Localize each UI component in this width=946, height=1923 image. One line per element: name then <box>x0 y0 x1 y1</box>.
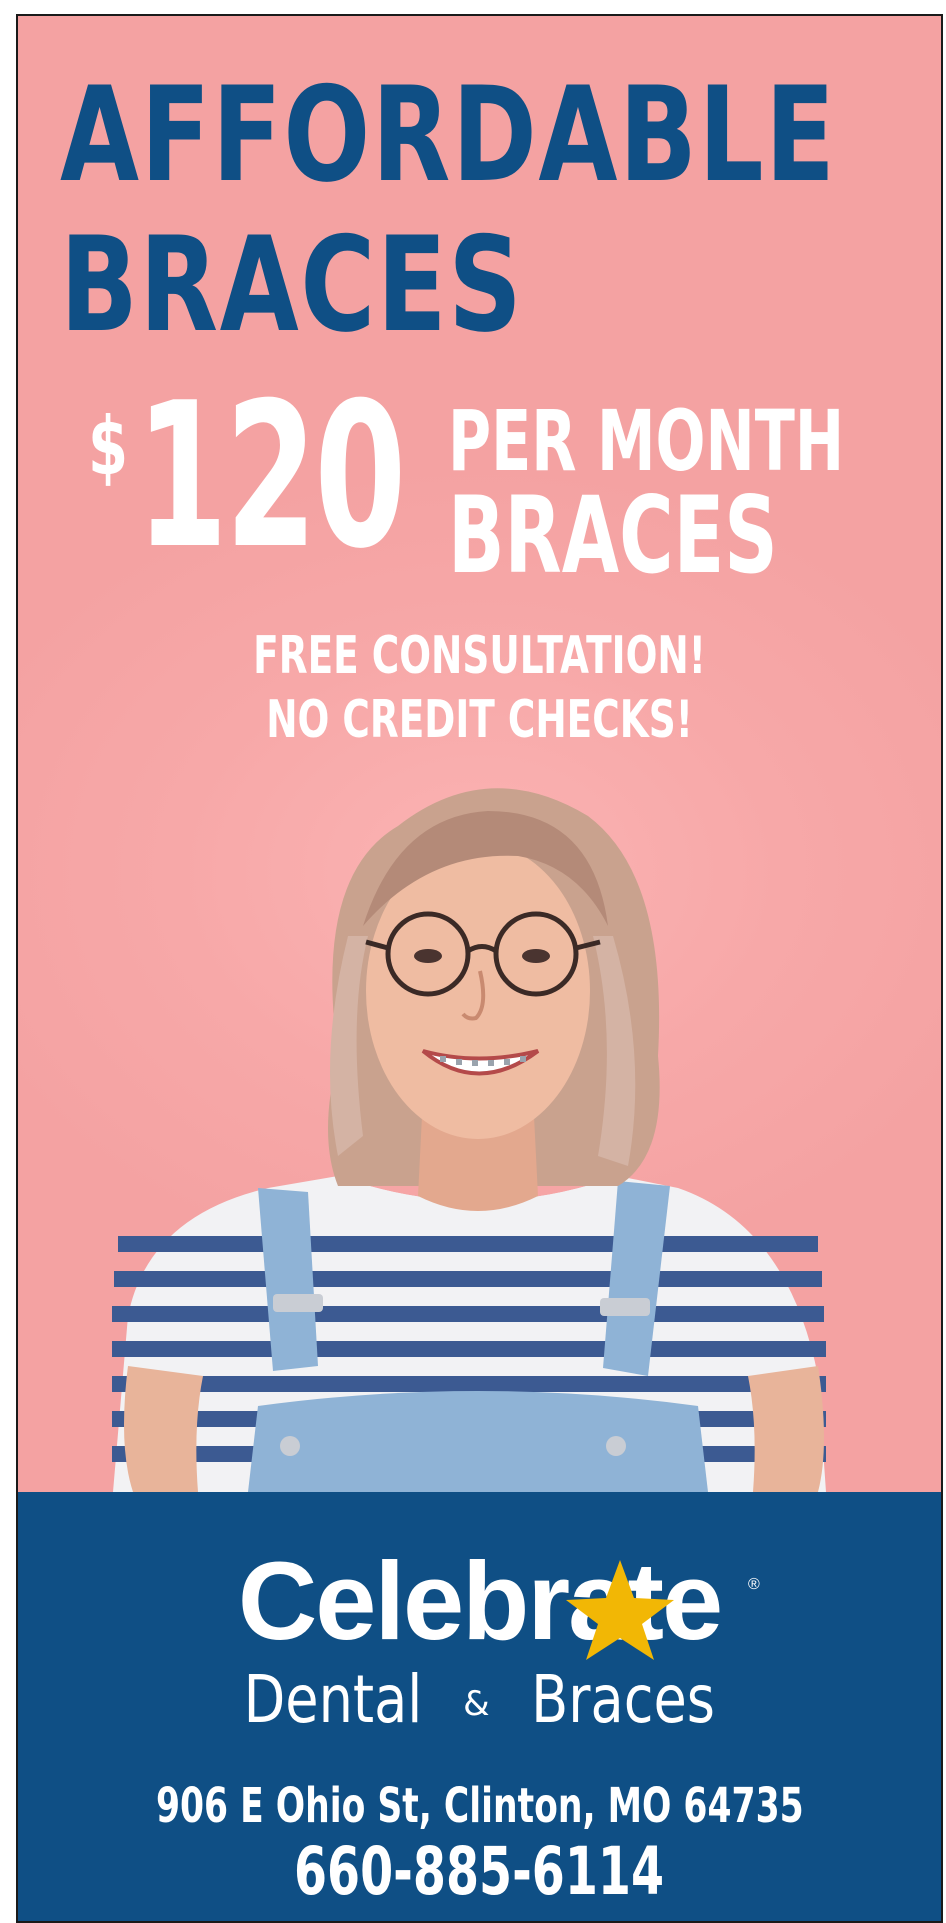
phone-number-text: 660-885-6114 <box>294 1833 665 1910</box>
headline-line-1: AFFORDABLE <box>60 58 837 211</box>
smiling-girl-with-braces-photo <box>112 788 826 1492</box>
brand-subtitle-ampersand: & <box>463 1683 490 1724</box>
headline: AFFORDABLE BRACES <box>60 60 837 360</box>
brand-subtitle-braces: Braces <box>530 1661 715 1738</box>
hero-section: AFFORDABLE BRACES $ 120 PER MONTH BRACES… <box>18 16 941 1492</box>
price-amount: 120 <box>136 360 406 593</box>
perk-no-credit-checks: NO CREDIT CHECKS! <box>266 690 693 750</box>
price-caption-line-2: BRACES <box>448 474 778 597</box>
office-address: 906 E Ohio St, Clinton, MO 64735 <box>18 1778 941 1834</box>
brand-footer: Celebrate ® Dental & Braces 906 E Ohio S… <box>18 1492 941 1921</box>
headline-line-2: BRACES <box>60 208 524 361</box>
perk-free-consultation: FREE CONSULTATION! <box>253 626 706 686</box>
brand-logo-subtitle: Dental & Braces <box>18 1662 941 1742</box>
registered-mark: ® <box>748 1576 760 1593</box>
office-address-text: 906 E Ohio St, Clinton, MO 64735 <box>155 1778 804 1834</box>
perks: FREE CONSULTATION! NO CREDIT CHECKS! <box>18 624 941 752</box>
phone-number[interactable]: 660-885-6114 <box>18 1834 941 1910</box>
brand-logo-wordmark: Celebrate <box>237 1540 723 1663</box>
star-icon <box>566 1560 674 1660</box>
currency-symbol: $ <box>88 400 129 493</box>
price-caption: PER MONTH BRACES <box>448 396 844 597</box>
brand-subtitle-dental: Dental <box>243 1661 423 1738</box>
braces-advertisement: AFFORDABLE BRACES $ 120 PER MONTH BRACES… <box>16 14 943 1923</box>
